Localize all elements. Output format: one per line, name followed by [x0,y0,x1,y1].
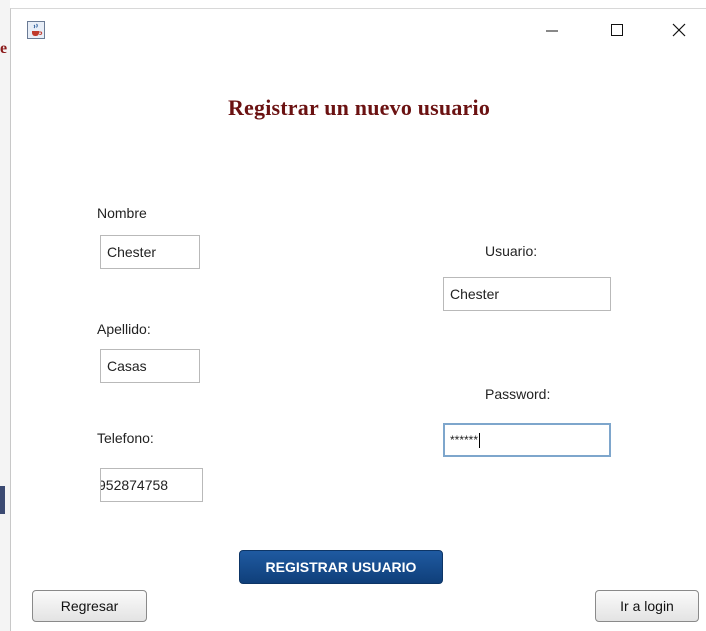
background-app-edge [0,0,10,631]
register-window: Registrar un nuevo usuario Nombre Cheste… [10,8,706,631]
register-user-button[interactable]: REGISTRAR USUARIO [239,550,443,584]
usuario-label: Usuario: [485,243,538,259]
maximize-button[interactable] [602,19,632,41]
close-button[interactable] [664,19,694,41]
usuario-field[interactable]: Chester [443,277,611,311]
title-bar[interactable] [11,9,706,49]
telefono-field[interactable]: 952874758 [100,468,203,502]
background-app-mark [0,486,5,514]
telefono-label: Telefono: [97,430,154,446]
password-label: Password: [485,386,551,402]
page-title: Registrar un nuevo usuario [227,95,491,120]
password-field[interactable]: ****** [443,423,611,457]
text-caret [479,433,481,449]
minimize-icon [546,30,558,32]
java-cup-icon [27,21,45,39]
minimize-button[interactable] [537,19,567,41]
apellido-value: Casas [107,358,147,374]
apellido-label: Apellido: [97,321,151,337]
background-app-letter: e [0,40,8,57]
nombre-field[interactable]: Chester [100,235,200,269]
telefono-value: 952874758 [100,477,169,493]
go-to-login-button[interactable]: Ir a login [595,590,699,622]
maximize-icon [611,24,623,36]
nombre-value: Chester [107,244,157,260]
back-button[interactable]: Regresar [32,590,147,622]
apellido-field[interactable]: Casas [100,349,200,383]
password-value: ****** [450,433,479,447]
close-icon [672,23,686,37]
nombre-label: Nombre [97,205,147,221]
usuario-value: Chester [450,286,500,302]
